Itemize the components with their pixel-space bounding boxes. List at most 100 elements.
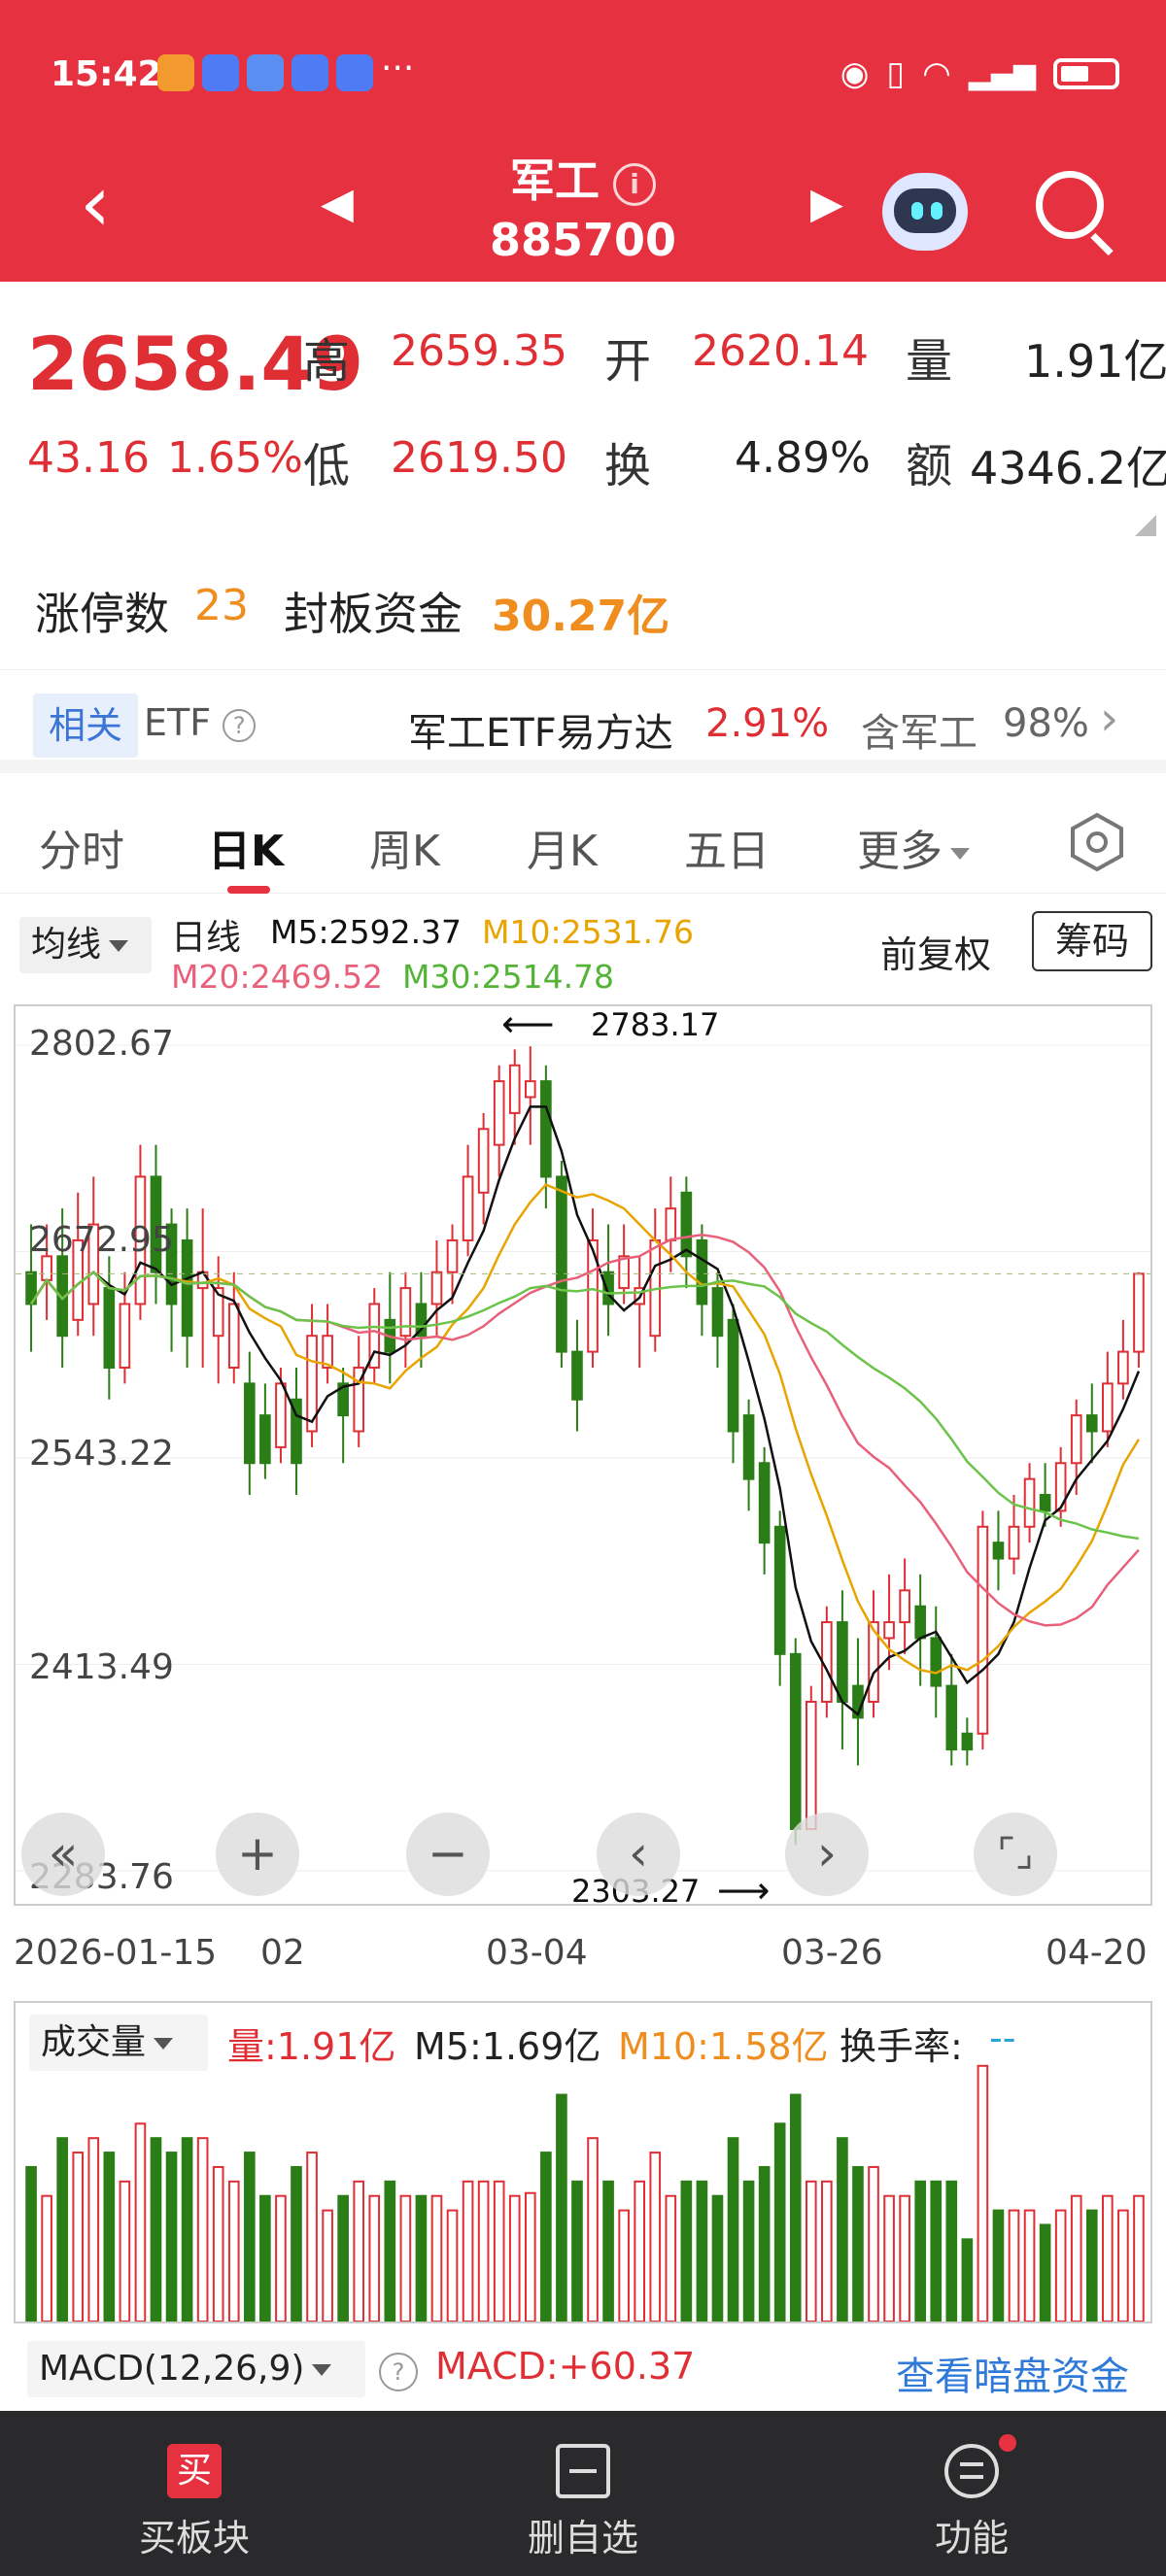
- change-percent: 1.65%: [167, 433, 303, 483]
- change-value: 43.16: [27, 433, 150, 483]
- candle: [446, 1238, 459, 1273]
- tab-more[interactable]: 更多: [857, 816, 970, 878]
- high-marker-text: 2783.17: [591, 1006, 720, 1043]
- candle: [805, 1700, 817, 1831]
- remove-watchlist-label: 删自选: [527, 2517, 638, 2559]
- expand-corner-icon[interactable]: [1135, 515, 1156, 536]
- tab-weekly-k[interactable]: 周K: [369, 816, 440, 878]
- date-label-start: 2026-01-15: [14, 1933, 218, 1973]
- zoom-out-button[interactable]: −: [406, 1813, 490, 1896]
- buy-sector-button[interactable]: 买 买板块: [0, 2411, 389, 2576]
- caret-down-icon: [950, 848, 970, 860]
- stock-name: 军工 i: [0, 146, 1166, 210]
- tab-monthly-k[interactable]: 月K: [527, 816, 598, 878]
- volume-bar: [477, 2180, 490, 2322]
- price-label-4: 2413.49: [29, 1647, 174, 1687]
- turnover-value: 4.89%: [735, 433, 871, 483]
- volume-bar: [275, 2194, 287, 2322]
- scroll-left-fast-button[interactable]: «: [21, 1813, 105, 1896]
- high-label: 高: [303, 334, 351, 389]
- candle: [727, 1318, 739, 1433]
- amount-value: 4346.2亿: [970, 442, 1166, 494]
- help-icon[interactable]: ?: [379, 2353, 418, 2391]
- candle: [680, 1191, 693, 1258]
- volume-bar: [1133, 2194, 1145, 2322]
- volume-bar: [961, 2238, 974, 2322]
- info-icon[interactable]: i: [613, 162, 656, 206]
- volume-bar: [353, 2180, 365, 2322]
- tab-daily-k[interactable]: 日K: [208, 816, 284, 894]
- seal-fund: 30.27亿: [492, 592, 670, 641]
- ma30-value: M30:2514.78: [402, 958, 615, 996]
- etf-label: ETF ?: [144, 701, 257, 744]
- indicator-selector[interactable]: 成交量: [29, 2015, 208, 2071]
- low-label: 低: [303, 439, 351, 493]
- macd-selector[interactable]: MACD(12,26,9): [27, 2341, 365, 2397]
- volume-bar: [462, 2180, 474, 2322]
- settings-hexagon-icon[interactable]: [1067, 812, 1127, 872]
- remove-watchlist-button[interactable]: 删自选: [389, 2411, 777, 2576]
- candle: [227, 1303, 240, 1369]
- volume-bar: [1023, 2209, 1036, 2322]
- volume-bar: [977, 2064, 989, 2322]
- functions-button[interactable]: 功能: [777, 2411, 1166, 2576]
- dark-pool-link[interactable]: 查看暗盘资金: [896, 2345, 1129, 2401]
- adjust-mode[interactable]: 前复权: [880, 925, 991, 978]
- zoom-in-button[interactable]: +: [216, 1813, 299, 1896]
- chip-button[interactable]: 筹码: [1032, 911, 1152, 971]
- macd-value: MACD:+60.37: [435, 2345, 696, 2388]
- help-icon[interactable]: ?: [223, 708, 257, 742]
- ma5-value: M5:2592.37: [270, 913, 463, 951]
- scroll-right-button[interactable]: ›: [785, 1813, 869, 1896]
- volume-bar: [430, 2194, 443, 2322]
- kline-chart[interactable]: 2802.67 2672.95 2543.22 2413.49 2283.76 …: [14, 1004, 1152, 1906]
- search-icon[interactable]: [1036, 171, 1104, 239]
- caret-down-icon: [154, 2038, 174, 2050]
- high-marker: ⟵ 2783.17: [501, 1006, 720, 1045]
- stock-name-text: 军工: [510, 154, 600, 207]
- volume-chart[interactable]: 成交量 量:1.91亿 M5:1.69亿 M10:1.58亿 换手率: --: [14, 2001, 1152, 2323]
- volume-bar: [945, 2180, 958, 2322]
- turnover-label: 换: [604, 439, 652, 493]
- scroll-left-button[interactable]: ‹: [597, 1813, 680, 1896]
- candle: [259, 1414, 271, 1465]
- volume-label: 量: [906, 334, 953, 389]
- tab-intraday[interactable]: 分时: [39, 816, 124, 878]
- candle: [930, 1637, 943, 1687]
- stock-code: 885700: [489, 214, 677, 266]
- buy-sector-label: 买板块: [138, 2517, 250, 2559]
- volume-bar: [399, 2194, 412, 2322]
- ma-selector-label: 均线: [31, 925, 102, 965]
- limit-up-row[interactable]: 涨停数 23 封板资金 30.27亿: [0, 544, 1166, 670]
- volume-bar: [150, 2137, 162, 2322]
- tab-five-day[interactable]: 五日: [684, 816, 770, 878]
- vol-value: 量:1.91亿: [227, 2025, 396, 2068]
- low-value: 2619.50: [391, 433, 567, 483]
- ma10-value: M10:2531.76: [482, 913, 695, 951]
- open-value: 2620.14: [692, 326, 869, 376]
- candle: [1085, 1414, 1098, 1433]
- status-bar: 15:42 ··· ◉ ▯ ◠ ▂▄▆: [0, 0, 1166, 146]
- next-stock-button[interactable]: ▶: [810, 179, 843, 228]
- volume-bar: [868, 2165, 879, 2322]
- volume-bar: [337, 2194, 349, 2322]
- volume-bar: [1008, 2209, 1020, 2322]
- volume-bar: [930, 2180, 943, 2322]
- candle: [977, 1525, 989, 1735]
- related-tag: 相关: [33, 694, 138, 758]
- m20-line: [30, 1233, 1140, 1627]
- ma-selector[interactable]: 均线: [19, 917, 152, 973]
- ai-assistant-icon[interactable]: [882, 173, 968, 251]
- turnover-rate-label: 换手率:: [840, 2025, 963, 2068]
- volume-bar: [1039, 2223, 1051, 2322]
- volume-bar: [41, 2194, 52, 2322]
- related-etf-row[interactable]: 相关 ETF ? 军工ETF易方达 2.91% 含军工 98% ›: [0, 672, 1166, 773]
- volume-bar: [649, 2152, 662, 2322]
- volume-bar: [852, 2165, 864, 2322]
- volume-bar: [883, 2194, 895, 2322]
- tab-more-label: 更多: [857, 827, 943, 876]
- volume-bar: [87, 2137, 100, 2322]
- volume-bar: [821, 2180, 833, 2322]
- volume-bar: [634, 2180, 646, 2322]
- fullscreen-button[interactable]: ⌜⌟: [974, 1813, 1057, 1896]
